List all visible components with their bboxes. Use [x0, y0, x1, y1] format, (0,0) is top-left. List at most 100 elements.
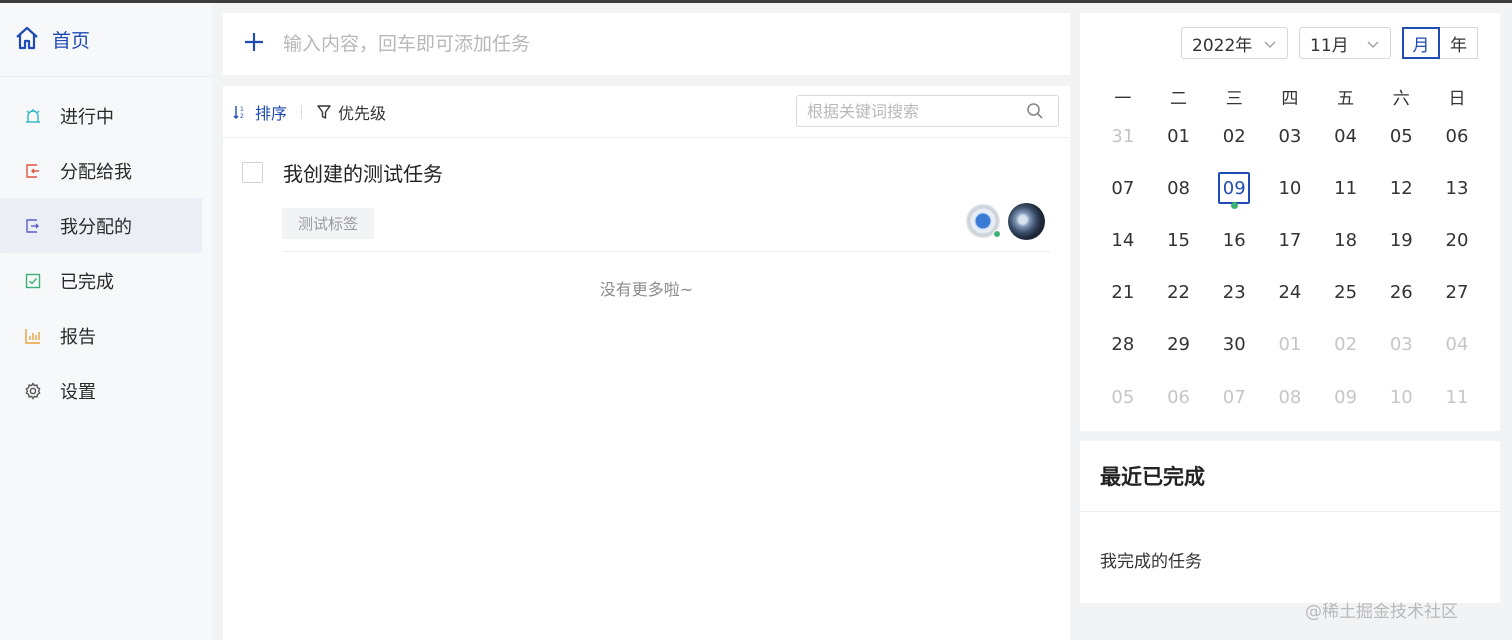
sidebar-item-completed[interactable]: 已完成 [0, 253, 212, 308]
calendar-day-number: 01 [1167, 125, 1190, 147]
calendar-day[interactable]: 29 [1151, 319, 1207, 371]
calendar-day-number: 25 [1334, 282, 1358, 304]
priority-filter-button[interactable]: 优先级 [316, 100, 386, 124]
calendar-day[interactable]: 27 [1429, 267, 1485, 319]
calendar-day[interactable]: 05 [1095, 371, 1151, 423]
task-toolbar: 1 2 排序 优先级 [223, 86, 1070, 138]
calendar-day[interactable]: 03 [1262, 110, 1318, 162]
weekday-label: 五 [1337, 89, 1355, 109]
calendar-day-number: 26 [1389, 282, 1413, 304]
sidebar-item-label: 已完成 [60, 271, 114, 293]
calendar-day[interactable]: 06 [1429, 110, 1485, 162]
calendar-day[interactable]: 01 [1151, 110, 1207, 162]
calendar-day[interactable]: 04 [1429, 319, 1485, 371]
month-select[interactable]: 11月 [1299, 27, 1391, 59]
calendar-day-number: 18 [1334, 229, 1358, 251]
add-task-bar [223, 13, 1070, 75]
plus-icon[interactable] [243, 30, 265, 58]
recent-completed-title: 最近已完成 [1100, 465, 1205, 489]
calendar-day-number: 02 [1334, 334, 1358, 356]
weekday-label: 三 [1225, 89, 1243, 109]
calendar-day-number: 11 [1445, 386, 1469, 408]
task-checkbox[interactable] [242, 162, 263, 183]
svg-text:2: 2 [240, 113, 244, 120]
sort-button[interactable]: 1 2 排序 [233, 100, 287, 124]
sidebar-item-in-progress[interactable]: 进行中 [0, 88, 212, 143]
calendar-day-number: 16 [1222, 229, 1246, 251]
year-view-button[interactable]: 年 [1440, 27, 1478, 59]
calendar-day[interactable]: 02 [1318, 319, 1374, 371]
weekday-header: 一 二 三 四 五 六 日 [1095, 84, 1485, 109]
calendar-day[interactable]: 07 [1206, 371, 1262, 423]
sidebar-item-assigned-by-me[interactable]: 我分配的 [0, 198, 202, 253]
calendar-day[interactable]: 09 [1206, 162, 1262, 214]
calendar-day-number: 02 [1222, 125, 1246, 147]
calendar-day[interactable]: 22 [1151, 267, 1207, 319]
sidebar-item-assigned-to-me[interactable]: 分配给我 [0, 143, 212, 198]
sidebar-item-report[interactable]: 报告 [0, 308, 212, 363]
calendar-day-number: 10 [1389, 386, 1413, 408]
sidebar-item-label: 分配给我 [60, 161, 132, 183]
calendar-day[interactable]: 15 [1151, 214, 1207, 266]
calendar-day[interactable]: 30 [1206, 319, 1262, 371]
calendar-day-number: 09 [1218, 172, 1251, 205]
calendar-day[interactable]: 21 [1095, 267, 1151, 319]
calendar-day[interactable]: 23 [1206, 267, 1262, 319]
calendar-day-number: 24 [1278, 282, 1302, 304]
window-top-border [0, 0, 1512, 3]
calendar-day[interactable]: 09 [1318, 371, 1374, 423]
bar-chart-icon [24, 327, 42, 345]
home-icon [14, 25, 40, 55]
task-item[interactable]: 我创建的测试任务 测试标签 [223, 156, 1070, 252]
add-task-input[interactable] [283, 33, 1043, 55]
calendar-day-number: 17 [1278, 229, 1302, 251]
calendar-day[interactable]: 08 [1262, 371, 1318, 423]
calendar-day-number: 01 [1278, 334, 1302, 356]
calendar-day[interactable]: 25 [1318, 267, 1374, 319]
calendar-day[interactable]: 02 [1206, 110, 1262, 162]
filter-icon [316, 104, 332, 120]
calendar-day[interactable]: 13 [1429, 162, 1485, 214]
task-title[interactable]: 我创建的测试任务 [283, 158, 443, 187]
calendar-day[interactable]: 11 [1429, 371, 1485, 423]
calendar-day[interactable]: 20 [1429, 214, 1485, 266]
search-input[interactable] [807, 101, 1017, 121]
year-select[interactable]: 2022年 [1181, 27, 1288, 59]
calendar-day-number: 04 [1445, 334, 1469, 356]
completed-task-item[interactable]: 我完成的任务 [1100, 547, 1202, 572]
weekday-label: 二 [1170, 89, 1188, 109]
calendar-day[interactable]: 18 [1318, 214, 1374, 266]
assignee-avatar[interactable] [1008, 203, 1045, 240]
sidebar-home[interactable]: 首页 [0, 3, 212, 77]
calendar-day[interactable]: 04 [1318, 110, 1374, 162]
search-icon[interactable] [1026, 102, 1044, 124]
creator-avatar[interactable] [966, 204, 1001, 238]
calendar-day[interactable]: 31 [1095, 110, 1151, 162]
sidebar-item-settings[interactable]: 设置 [0, 363, 212, 418]
calendar-day-number: 06 [1445, 125, 1469, 147]
calendar-day[interactable]: 16 [1206, 214, 1262, 266]
calendar-day[interactable]: 12 [1373, 162, 1429, 214]
calendar-day[interactable]: 01 [1262, 319, 1318, 371]
weekday-label: 一 [1114, 89, 1132, 109]
calendar-day[interactable]: 08 [1151, 162, 1207, 214]
calendar-day[interactable]: 10 [1373, 371, 1429, 423]
calendar-day[interactable]: 07 [1095, 162, 1151, 214]
month-view-button[interactable]: 月 [1402, 27, 1440, 59]
calendar-day[interactable]: 24 [1262, 267, 1318, 319]
home-label: 首页 [52, 30, 91, 52]
calendar-day[interactable]: 10 [1262, 162, 1318, 214]
sidebar-nav: 进行中 分配给我 我分配的 已完成 报告 设置 [0, 88, 212, 418]
calendar-day[interactable]: 06 [1151, 371, 1207, 423]
calendar-day[interactable]: 26 [1373, 267, 1429, 319]
keyword-search [796, 95, 1059, 127]
calendar-day[interactable]: 28 [1095, 319, 1151, 371]
calendar-day[interactable]: 05 [1373, 110, 1429, 162]
calendar-day[interactable]: 17 [1262, 214, 1318, 266]
watermark: @稀土掘金技术社区 [1305, 602, 1458, 622]
calendar-day[interactable]: 03 [1373, 319, 1429, 371]
recent-completed-card: 最近已完成 我完成的任务 [1080, 441, 1500, 603]
calendar-day[interactable]: 11 [1318, 162, 1374, 214]
calendar-day[interactable]: 14 [1095, 214, 1151, 266]
calendar-day[interactable]: 19 [1373, 214, 1429, 266]
